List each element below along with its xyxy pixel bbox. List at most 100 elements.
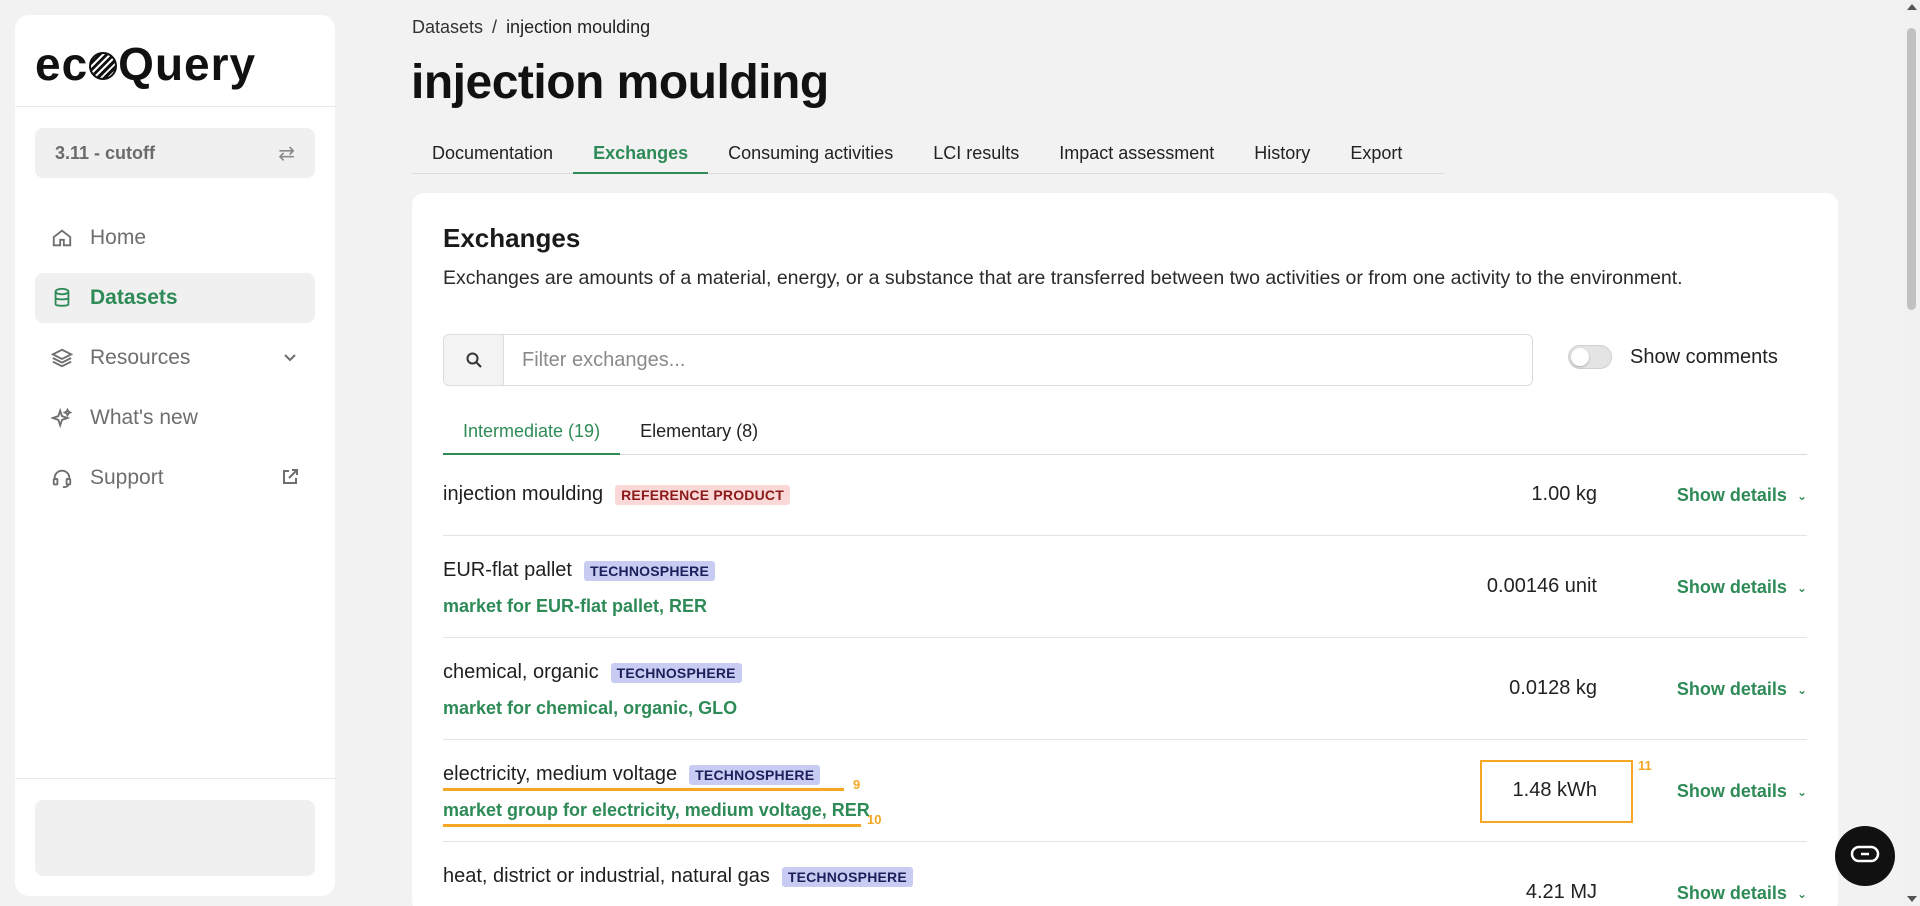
scroll-down-icon[interactable] xyxy=(1907,896,1917,902)
tab-history[interactable]: History xyxy=(1234,140,1330,174)
page-scrollbar[interactable] xyxy=(1903,0,1920,906)
sidebar-item-label: Home xyxy=(90,226,147,249)
show-comments-toggle-group: Show comments xyxy=(1568,345,1778,369)
technosphere-badge: TECHNOSPHERE xyxy=(781,866,913,887)
reference-product-badge: REFERENCE PRODUCT xyxy=(615,484,790,505)
globe-icon xyxy=(89,52,118,80)
exchange-name-line: injection moulding REFERENCE PRODUCT xyxy=(443,483,790,506)
sidebar-item-home[interactable]: Home xyxy=(35,213,315,263)
show-comments-label: Show comments xyxy=(1630,345,1778,368)
exchanges-card: Exchanges Exchanges are amounts of a mat… xyxy=(412,193,1838,906)
table-row: injection moulding REFERENCE PRODUCT 1.0… xyxy=(443,455,1807,536)
sidebar-divider-top xyxy=(15,106,335,107)
technosphere-badge: TECHNOSPHERE xyxy=(583,560,716,581)
tab-exchanges[interactable]: Exchanges xyxy=(573,140,709,174)
sidebar-item-label: Resources xyxy=(90,346,191,369)
sidebar-divider-bottom xyxy=(15,778,335,779)
exchange-amount: 0.00146 unit xyxy=(1486,575,1597,597)
exchange-name: electricity, medium voltage xyxy=(443,763,678,785)
tab-intermediate[interactable]: Intermediate (19) xyxy=(443,415,621,455)
highlight-underline-10 xyxy=(443,824,861,827)
exchange-name: EUR-flat pallet xyxy=(443,559,572,581)
external-link-icon xyxy=(279,466,301,488)
exchange-provider-link[interactable]: market for chemical, organic, GLO xyxy=(443,698,737,719)
sidebar-item-datasets[interactable]: Datasets xyxy=(35,273,315,323)
show-details-label: Show details xyxy=(1676,883,1787,903)
highlight-underline-9 xyxy=(443,788,844,791)
show-details-button[interactable]: Show details ⌄ xyxy=(1677,679,1807,700)
table-row: chemical, organic TECHNOSPHERE market fo… xyxy=(443,638,1807,740)
page-title: injection moulding xyxy=(411,56,829,109)
database-icon xyxy=(50,286,74,310)
table-row: electricity, medium voltage TECHNOSPHERE… xyxy=(443,740,1807,842)
exchange-name: chemical, organic xyxy=(443,661,599,683)
chat-glasses-icon xyxy=(1850,844,1880,869)
show-details-button[interactable]: Show details ⌄ xyxy=(1677,577,1807,598)
headset-icon xyxy=(50,466,74,490)
tab-consuming-activities[interactable]: Consuming activities xyxy=(708,140,913,174)
home-icon xyxy=(50,226,74,250)
sparkles-icon xyxy=(50,406,74,430)
sidebar-item-whats-new[interactable]: What's new xyxy=(35,393,315,443)
ecoquery-logo[interactable]: ec Query xyxy=(35,37,256,91)
chevron-down-icon: ⌄ xyxy=(1796,682,1807,697)
tab-impact-assessment[interactable]: Impact assessment xyxy=(1039,140,1234,174)
version-selector[interactable]: 3.11 - cutoff ⇄ xyxy=(35,128,315,178)
tab-lci-results[interactable]: LCI results xyxy=(913,140,1039,174)
tab-documentation[interactable]: Documentation xyxy=(412,140,573,174)
breadcrumb: Datasets / injection moulding xyxy=(412,17,650,38)
chevron-down-icon: ⌄ xyxy=(1796,886,1807,901)
highlight-marker-9: 9 xyxy=(853,777,861,792)
exchange-provider-link[interactable]: market group for electricity, medium vol… xyxy=(443,800,870,821)
exchange-name-line: EUR-flat pallet TECHNOSPHERE xyxy=(443,559,716,582)
sidebar-item-label: What's new xyxy=(90,406,198,429)
highlight-marker-10: 10 xyxy=(867,812,882,827)
technosphere-badge: TECHNOSPHERE xyxy=(610,662,742,683)
exchange-type-tabs: Intermediate (19) Elementary (8) xyxy=(443,415,1807,455)
table-row: EUR-flat pallet TECHNOSPHERE market for … xyxy=(443,536,1807,638)
sidebar-item-support[interactable]: Support xyxy=(35,453,315,503)
technosphere-badge: TECHNOSPHERE xyxy=(689,764,821,785)
breadcrumb-current: injection moulding xyxy=(506,17,651,37)
sidebar-nav: Home Datasets Resources What's new Suppo… xyxy=(35,213,315,513)
tab-export[interactable]: Export xyxy=(1330,140,1422,174)
exchanges-title: Exchanges xyxy=(443,223,581,253)
chevron-down-icon xyxy=(279,346,301,368)
exchange-name: injection moulding xyxy=(443,483,604,505)
scrollbar-thumb[interactable] xyxy=(1907,28,1916,310)
show-details-button[interactable]: Show details ⌄ xyxy=(1677,485,1807,506)
show-details-button[interactable]: Show details ⌄ xyxy=(1677,781,1807,802)
scroll-up-icon[interactable] xyxy=(1907,4,1917,10)
exchange-amount: 0.0128 kg xyxy=(1509,677,1597,699)
swap-arrows-icon: ⇄ xyxy=(278,142,295,165)
exchange-amount: 1.00 kg xyxy=(1531,483,1597,505)
show-details-label: Show details xyxy=(1676,577,1787,597)
breadcrumb-datasets-link[interactable]: Datasets xyxy=(412,17,483,37)
show-details-button[interactable]: Show details ⌄ xyxy=(1677,883,1807,904)
exchange-name-line: electricity, medium voltage TECHNOSPHERE xyxy=(443,763,821,786)
filter-exchanges-input[interactable] xyxy=(504,335,1532,385)
show-details-label: Show details xyxy=(1676,781,1787,801)
sidebar-item-label: Support xyxy=(90,466,164,489)
exchange-name-line: heat, district or industrial, natural ga… xyxy=(443,865,913,888)
exchange-amount: 1.48 kWh xyxy=(1512,779,1597,801)
logo-text-prefix: ec xyxy=(35,38,89,90)
show-details-label: Show details xyxy=(1676,485,1787,505)
table-row: heat, district or industrial, natural ga… xyxy=(443,842,1807,906)
show-comments-toggle[interactable] xyxy=(1568,345,1612,369)
sidebar-item-resources[interactable]: Resources xyxy=(35,333,315,383)
highlight-marker-11: 11 xyxy=(1638,758,1652,773)
chevron-down-icon: ⌄ xyxy=(1796,784,1807,799)
exchange-name-line: chemical, organic TECHNOSPHERE xyxy=(443,661,742,684)
dataset-tabs: Documentation Exchanges Consuming activi… xyxy=(412,140,1444,174)
layers-icon xyxy=(50,346,74,370)
chevron-down-icon: ⌄ xyxy=(1796,488,1807,503)
tab-elementary[interactable]: Elementary (8) xyxy=(620,415,778,455)
sidebar: ec Query 3.11 - cutoff ⇄ Home Datasets R… xyxy=(15,15,335,896)
exchange-provider-link[interactable]: market for EUR-flat pallet, RER xyxy=(443,596,707,617)
sidebar-footer-panel xyxy=(35,800,315,876)
chat-launcher-button[interactable] xyxy=(1835,826,1895,886)
breadcrumb-separator: / xyxy=(492,17,498,37)
version-label: 3.11 - cutoff xyxy=(55,142,156,163)
search-icon xyxy=(444,335,504,385)
